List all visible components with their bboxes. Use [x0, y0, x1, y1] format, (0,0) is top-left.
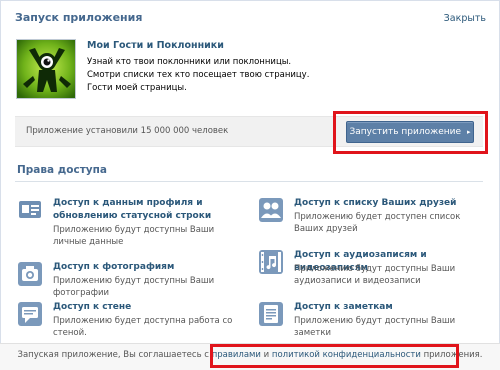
permission-title: Доступ к заметкам: [294, 302, 393, 312]
footer-agreement: Запуская приложение, Вы соглашаетесь с п…: [0, 350, 500, 360]
permission-desc: Приложению будет доступен список Ваших д…: [294, 212, 461, 234]
launch-app-button[interactable]: Запустить приложение ▸: [346, 121, 474, 143]
permission-desc: Приложению будет доступна работа со стен…: [53, 316, 233, 338]
app-logo-icon: [16, 39, 76, 99]
app-name-link[interactable]: Мои Гости и Поклонники: [87, 40, 224, 51]
rules-link[interactable]: правилами: [212, 350, 261, 360]
profile-card-icon: [17, 197, 43, 223]
privacy-policy-link[interactable]: политикой конфиденциальности: [272, 350, 421, 360]
permission-desc: Приложению будут доступны Ваши аудиозапи…: [294, 264, 456, 286]
permission-title: Доступ к данным профиля и обновлению ста…: [53, 198, 212, 221]
app-description-line: Смотри списки тех кто посещает твою стра…: [87, 70, 310, 80]
footer-middle: и: [263, 350, 270, 360]
footer-suffix: приложения.: [423, 350, 483, 360]
permissions-title: Права доступа: [17, 164, 107, 176]
permission-title: Доступ к стене: [53, 302, 132, 312]
media-icon: [258, 249, 284, 275]
app-description-line: Гости моей страницы.: [87, 83, 187, 93]
dialog-title: Запуск приложения: [15, 11, 143, 24]
permission-desc: Приложению будут доступны Ваши заметки: [294, 316, 456, 338]
footer-prefix: Запуская приложение, Вы соглашаетесь с: [17, 350, 209, 360]
camera-icon: [17, 261, 43, 287]
friends-icon: [258, 197, 284, 223]
wall-icon: [17, 301, 43, 327]
notes-icon: [258, 301, 284, 327]
permission-desc: Приложению будут доступны Ваши личные да…: [53, 225, 215, 247]
permission-title: Доступ к фотографиям: [53, 262, 175, 272]
install-count-text: Приложение установили 15 000 000 человек: [26, 126, 229, 136]
app-description-line: Узнай кто твои поклонники или поклонницы…: [87, 57, 292, 67]
app-description: Узнай кто твои поклонники или поклонницы…: [87, 56, 317, 95]
divider: [15, 181, 483, 182]
arrow-right-icon: ▸: [467, 128, 471, 136]
permission-title: Доступ к списку Ваших друзей: [294, 198, 457, 208]
close-link[interactable]: Закрыть: [444, 13, 486, 24]
launch-app-label: Запустить приложение: [349, 127, 462, 137]
permission-desc: Приложению будут доступны Ваши фотографи…: [53, 276, 215, 298]
